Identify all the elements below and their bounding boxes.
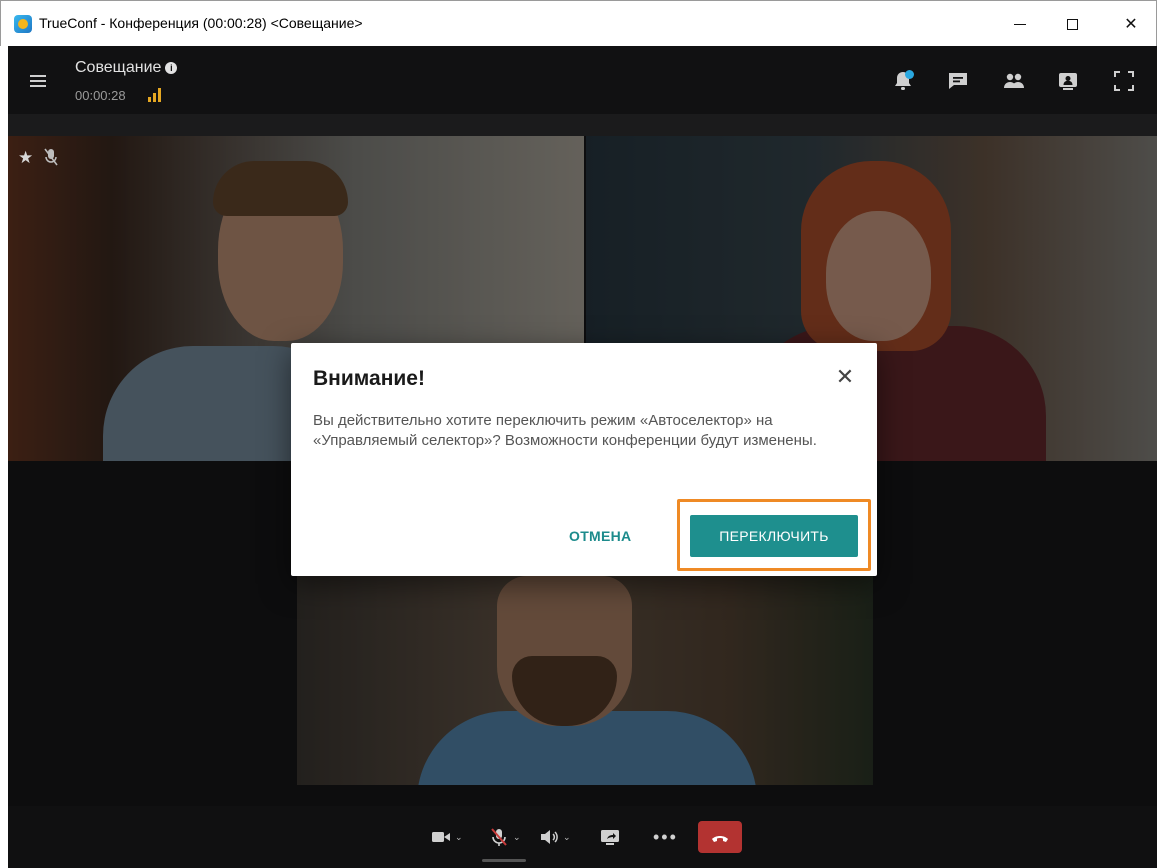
window-titlebar: TrueConf - Конференция (00:00:28) <Совещ… xyxy=(0,0,1157,46)
phone-hangup-icon xyxy=(712,836,728,842)
stage-margin xyxy=(8,114,1157,136)
camera-icon xyxy=(432,832,450,842)
cancel-button[interactable]: ОТМЕНА xyxy=(569,523,631,549)
maximize-button[interactable] xyxy=(1050,9,1094,39)
mic-muted-icon xyxy=(491,828,507,846)
control-bar-handle xyxy=(482,859,526,862)
speaker-icon xyxy=(541,830,558,844)
fullscreen-icon[interactable] xyxy=(1111,68,1137,94)
share-screen-icon xyxy=(601,830,619,845)
tile-badges: ★ xyxy=(18,148,59,166)
conference-header: Совещание i 00:00:28 xyxy=(8,46,1157,114)
hang-up-button[interactable] xyxy=(698,821,742,853)
camera-button[interactable]: ⌄ xyxy=(430,824,463,850)
participants-icon[interactable] xyxy=(1001,68,1027,94)
confirmation-dialog: Внимание! ✕ Вы действительно хотите пере… xyxy=(291,343,877,576)
dialog-title: Внимание! xyxy=(313,367,425,390)
bell-notification-icon[interactable] xyxy=(890,68,916,94)
more-options-icon[interactable]: ••• xyxy=(653,824,678,850)
maximize-icon xyxy=(1066,18,1078,30)
chevron-down-icon[interactable]: ⌄ xyxy=(513,832,521,843)
trueconf-app-icon xyxy=(14,15,32,33)
layout-icon[interactable] xyxy=(1055,68,1081,94)
video-tile-3[interactable] xyxy=(297,576,873,785)
chevron-down-icon[interactable]: ⌄ xyxy=(563,832,571,843)
close-icon[interactable]: ✕ xyxy=(831,363,859,391)
close-icon: ✕ xyxy=(1124,16,1138,33)
mic-muted-icon xyxy=(44,148,58,166)
minimize-icon xyxy=(1014,23,1026,25)
close-window-button[interactable]: ✕ xyxy=(1109,9,1153,39)
chat-icon[interactable] xyxy=(945,68,971,94)
call-controls-bar: ⌄ ⌄ ⌄ ••• xyxy=(8,806,1157,868)
share-screen-button[interactable] xyxy=(599,824,621,850)
star-icon[interactable]: ★ xyxy=(18,149,33,166)
microphone-button[interactable]: ⌄ xyxy=(488,824,521,850)
switch-button[interactable]: ПЕРЕКЛЮЧИТЬ xyxy=(690,515,858,557)
window-title: TrueConf - Конференция (00:00:28) <Совещ… xyxy=(39,15,363,31)
dialog-message: Вы действительно хотите переключить режи… xyxy=(313,412,817,449)
minimize-button[interactable] xyxy=(998,9,1042,39)
chevron-down-icon[interactable]: ⌄ xyxy=(455,832,463,843)
speaker-button[interactable]: ⌄ xyxy=(538,824,571,850)
